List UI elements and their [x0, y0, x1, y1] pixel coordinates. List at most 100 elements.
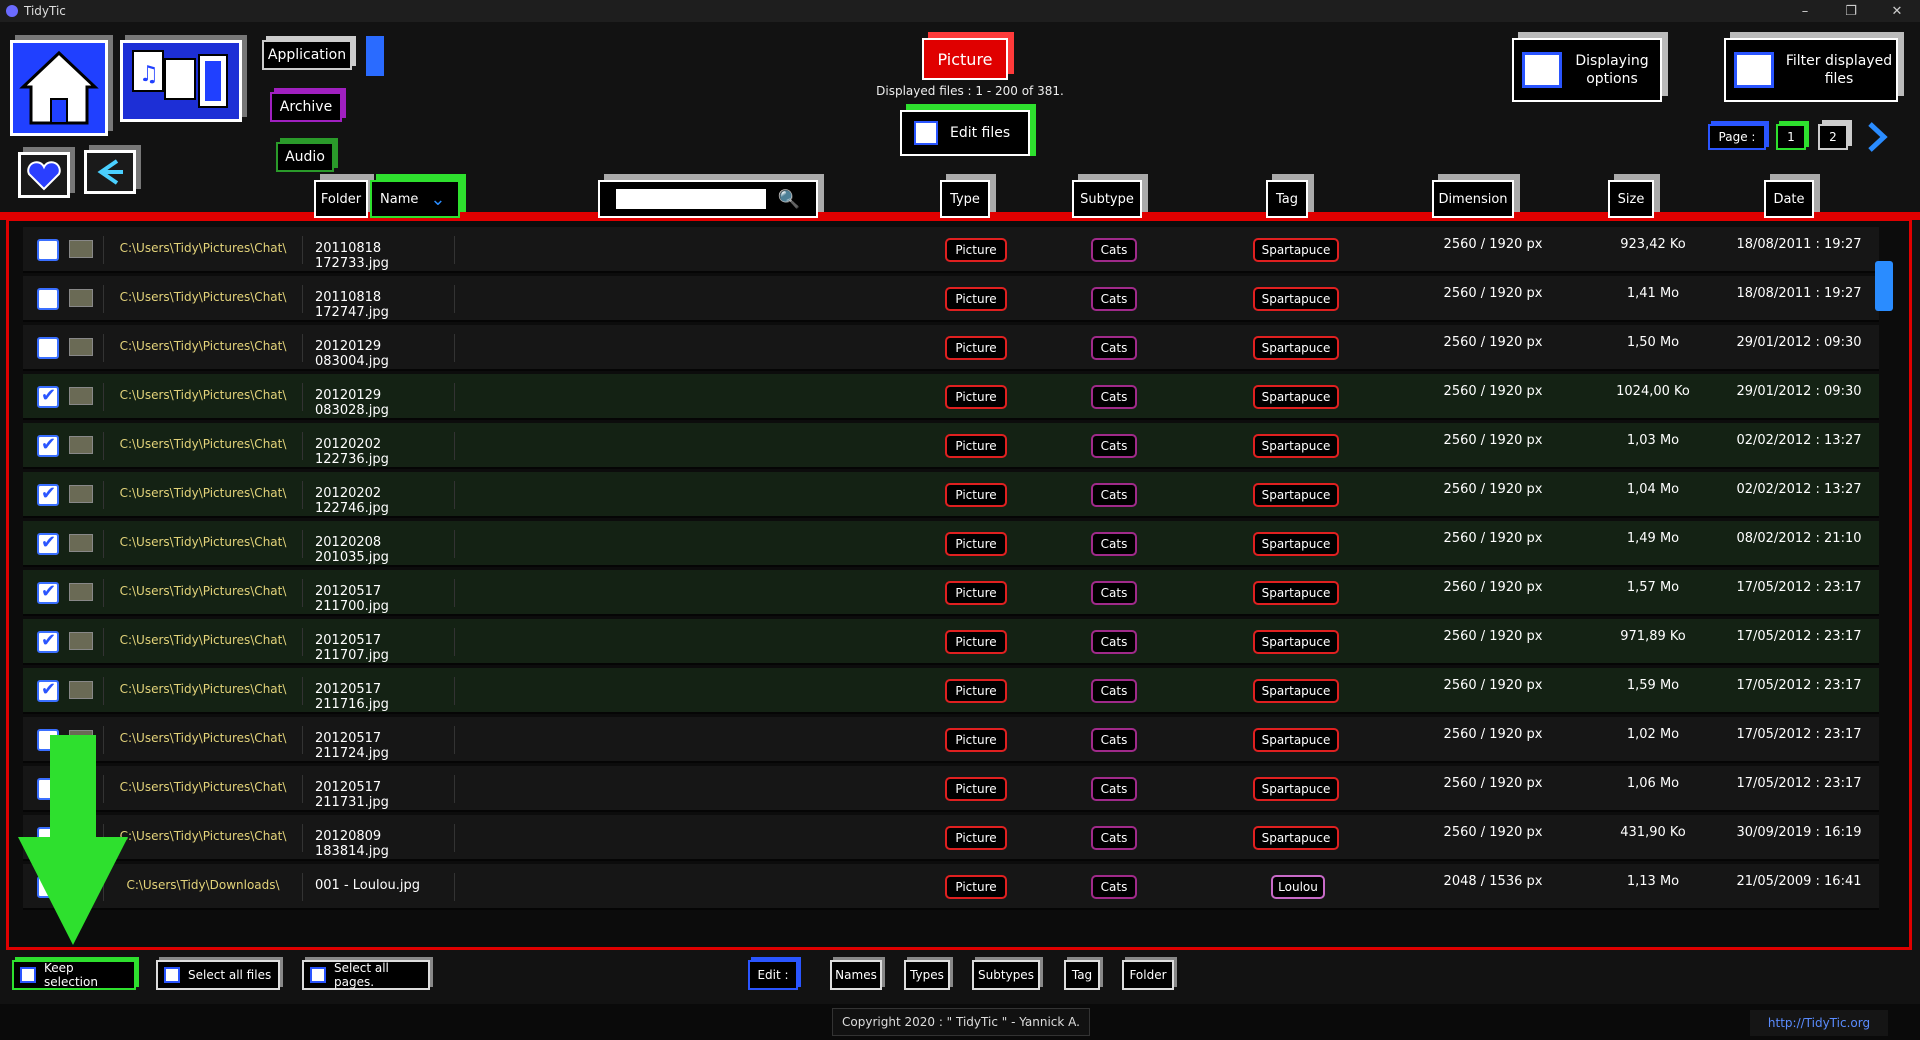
row-tag-badge[interactable]: Spartapuce — [1253, 238, 1339, 262]
column-type[interactable]: Type — [940, 180, 990, 218]
row-type-badge[interactable]: Picture — [945, 532, 1007, 556]
column-folder[interactable]: Folder — [314, 180, 368, 218]
table-row[interactable]: C:\Users\Tidy\Pictures\Chat\ 20120517 211… — [23, 619, 1879, 665]
select-all-files-button[interactable]: Select all files — [156, 960, 280, 990]
table-row[interactable]: C:\Users\Tidy\Pictures\Chat\ 20120208 201… — [23, 521, 1879, 567]
row-type-badge[interactable]: Picture — [945, 287, 1007, 311]
row-tag-badge[interactable]: Spartapuce — [1253, 385, 1339, 409]
row-checkbox[interactable] — [37, 385, 59, 408]
row-type-badge[interactable]: Picture — [945, 728, 1007, 752]
row-subtype-badge[interactable]: Cats — [1091, 336, 1137, 360]
row-checkbox[interactable] — [37, 288, 59, 310]
filter-displayed-files-button[interactable]: Filter displayed files — [1724, 38, 1898, 102]
row-type-badge[interactable]: Picture — [945, 777, 1007, 801]
category-application-button[interactable]: Application — [262, 40, 352, 70]
edit-types-button[interactable]: Types — [904, 960, 950, 990]
select-all-pages-button[interactable]: Select all pages. — [302, 960, 430, 990]
row-tag-badge[interactable]: Spartapuce — [1253, 581, 1339, 605]
minimize-button[interactable]: – — [1782, 0, 1828, 22]
row-subtype-badge[interactable]: Cats — [1091, 581, 1137, 605]
edit-files-button[interactable]: Edit files — [900, 110, 1030, 156]
next-page-icon[interactable] — [1862, 120, 1892, 154]
row-subtype-badge[interactable]: Cats — [1091, 777, 1137, 801]
row-subtype-badge[interactable]: Cats — [1091, 875, 1137, 899]
row-checkbox[interactable] — [37, 532, 59, 555]
row-type-badge[interactable]: Picture — [945, 434, 1007, 458]
table-row[interactable]: C:\Users\Tidy\Pictures\Chat\ 20120517 211… — [23, 717, 1879, 763]
row-tag-badge[interactable]: Spartapuce — [1253, 630, 1339, 654]
row-subtype-badge[interactable]: Cats — [1091, 532, 1137, 556]
row-tag-badge[interactable]: Spartapuce — [1253, 483, 1339, 507]
column-dimension[interactable]: Dimension — [1432, 180, 1514, 218]
row-subtype-badge[interactable]: Cats — [1091, 728, 1137, 752]
close-button[interactable]: ✕ — [1874, 0, 1920, 22]
row-subtype-badge[interactable]: Cats — [1091, 385, 1137, 409]
row-type-badge[interactable]: Picture — [945, 581, 1007, 605]
row-type-badge[interactable]: Picture — [945, 336, 1007, 360]
category-audio-button[interactable]: Audio — [276, 142, 334, 172]
table-row[interactable]: C:\Users\Tidy\Pictures\Chat\ 20120129 083… — [23, 374, 1879, 420]
row-tag-badge[interactable]: Spartapuce — [1253, 532, 1339, 556]
row-tag-badge[interactable]: Spartapuce — [1253, 728, 1339, 752]
table-row[interactable]: C:\Users\Tidy\Pictures\Chat\ 20110818 172… — [23, 276, 1879, 322]
category-archive-button[interactable]: Archive — [270, 92, 342, 122]
row-tag-badge[interactable]: Spartapuce — [1253, 679, 1339, 703]
page-2-button[interactable]: 2 — [1818, 124, 1848, 150]
row-type-badge[interactable]: Picture — [945, 630, 1007, 654]
row-tag-badge[interactable]: Loulou — [1271, 875, 1325, 899]
column-date[interactable]: Date — [1764, 180, 1814, 218]
row-type-badge[interactable]: Picture — [945, 875, 1007, 899]
row-subtype-badge[interactable]: Cats — [1091, 483, 1137, 507]
column-size[interactable]: Size — [1608, 180, 1654, 218]
table-row[interactable]: C:\Users\Tidy\Pictures\Chat\ 20120517 211… — [23, 570, 1879, 616]
active-type-picture[interactable]: Picture — [922, 38, 1008, 80]
row-subtype-badge[interactable]: Cats — [1091, 826, 1137, 850]
row-checkbox[interactable] — [37, 239, 59, 261]
restore-button[interactable]: ❐ — [1828, 0, 1874, 22]
page-1-button[interactable]: 1 — [1776, 124, 1806, 150]
row-tag-badge[interactable]: Spartapuce — [1253, 434, 1339, 458]
back-button[interactable] — [84, 150, 136, 194]
row-subtype-badge[interactable]: Cats — [1091, 287, 1137, 311]
media-button[interactable]: ♫ — [120, 40, 242, 122]
edit-tag-button[interactable]: Tag — [1064, 960, 1100, 990]
column-subtype[interactable]: Subtype — [1072, 180, 1142, 218]
row-type-badge[interactable]: Picture — [945, 238, 1007, 262]
column-name[interactable]: Name ⌄ — [370, 180, 460, 218]
home-button[interactable] — [10, 40, 108, 136]
table-row[interactable]: C:\Users\Tidy\Pictures\Chat\ 20120129 083… — [23, 325, 1879, 371]
favorites-button[interactable] — [18, 152, 70, 198]
row-tag-badge[interactable]: Spartapuce — [1253, 336, 1339, 360]
keep-selection-button[interactable]: Keep selection — [12, 960, 136, 990]
row-subtype-badge[interactable]: Cats — [1091, 434, 1137, 458]
table-row[interactable]: C:\Users\Tidy\Pictures\Chat\ 20110818 172… — [23, 227, 1879, 273]
row-checkbox[interactable] — [37, 679, 59, 702]
row-checkbox[interactable] — [37, 581, 59, 604]
row-checkbox[interactable] — [37, 630, 59, 653]
row-type-badge[interactable]: Picture — [945, 679, 1007, 703]
column-tag[interactable]: Tag — [1266, 180, 1308, 218]
table-row[interactable]: C:\Users\Tidy\Pictures\Chat\ 20120202 122… — [23, 423, 1879, 469]
row-type-badge[interactable]: Picture — [945, 483, 1007, 507]
edit-names-button[interactable]: Names — [830, 960, 882, 990]
table-row[interactable]: C:\Users\Tidy\Pictures\Chat\ 20120517 211… — [23, 668, 1879, 714]
row-subtype-badge[interactable]: Cats — [1091, 238, 1137, 262]
row-checkbox[interactable] — [37, 434, 59, 457]
row-checkbox[interactable] — [37, 337, 59, 359]
displaying-options-button[interactable]: Displaying options — [1512, 38, 1662, 102]
table-row[interactable]: C:\Users\Tidy\Pictures\Chat\ 20120809 183… — [23, 815, 1879, 861]
table-row[interactable]: C:\Users\Tidy\Pictures\Chat\ 20120202 122… — [23, 472, 1879, 518]
row-subtype-badge[interactable]: Cats — [1091, 679, 1137, 703]
row-checkbox[interactable] — [37, 483, 59, 506]
search-input[interactable] — [615, 189, 766, 209]
row-type-badge[interactable]: Picture — [945, 385, 1007, 409]
edit-folder-button[interactable]: Folder — [1122, 960, 1174, 990]
row-tag-badge[interactable]: Spartapuce — [1253, 777, 1339, 801]
row-tag-badge[interactable]: Spartapuce — [1253, 287, 1339, 311]
table-row[interactable]: C:\Users\Tidy\Downloads\ 001 - Loulou.jpg… — [23, 864, 1879, 910]
scrollbar-thumb[interactable] — [1875, 261, 1893, 311]
edit-subtypes-button[interactable]: Subtypes — [972, 960, 1040, 990]
website-link[interactable]: http://TidyTic.org — [1750, 1010, 1888, 1036]
table-row[interactable]: C:\Users\Tidy\Pictures\Chat\ 20120517 211… — [23, 766, 1879, 812]
row-type-badge[interactable]: Picture — [945, 826, 1007, 850]
